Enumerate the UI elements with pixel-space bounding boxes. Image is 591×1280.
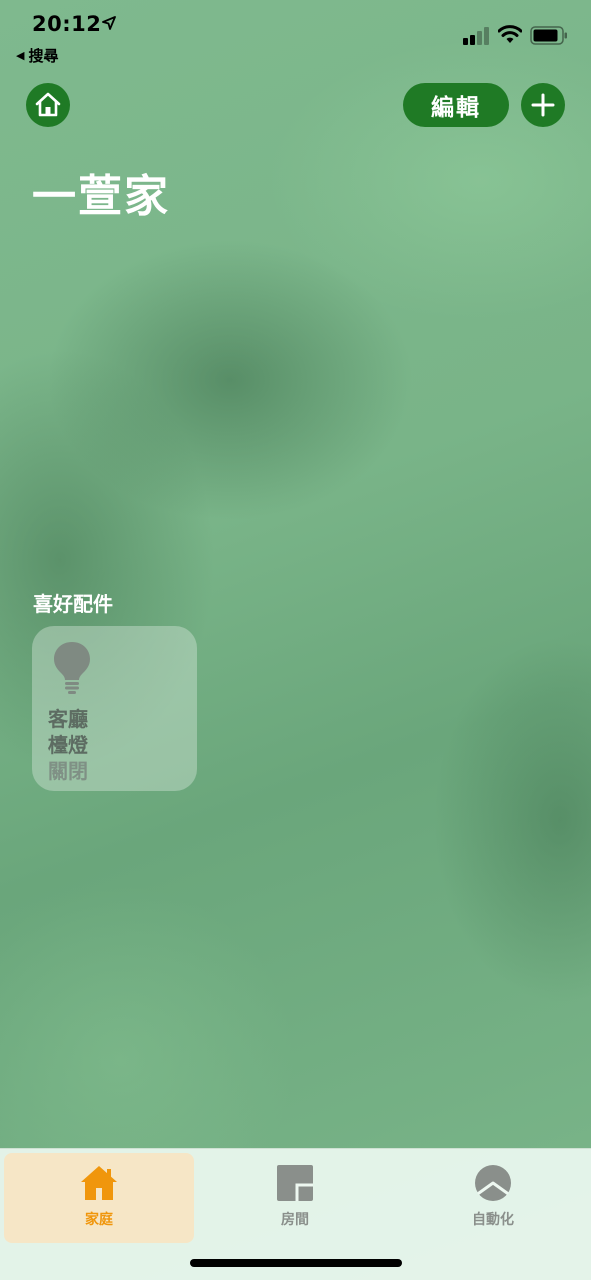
accessory-room-name: 客廳: [48, 707, 88, 731]
tab-rooms[interactable]: 房間: [200, 1153, 390, 1243]
tab-rooms-label: 房間: [281, 1212, 309, 1228]
wifi-icon: [498, 25, 522, 43]
tab-home-label: 家庭: [85, 1212, 113, 1228]
home-indicator[interactable]: [190, 1259, 402, 1267]
house-icon: [35, 92, 61, 117]
add-button[interactable]: [521, 83, 565, 127]
favorites-section-title: 喜好配件: [33, 592, 113, 616]
rooms-tab-icon: [277, 1165, 313, 1201]
back-link-label: 搜尋: [28, 47, 59, 65]
status-time: 20:12: [32, 12, 102, 36]
back-triangle-icon: ◀: [16, 49, 25, 62]
clock-tab-icon: [475, 1165, 511, 1201]
tab-home[interactable]: 家庭: [4, 1153, 194, 1243]
home-settings-button[interactable]: [26, 83, 70, 127]
plus-icon: [531, 93, 555, 117]
accessory-tile-living-room-lamp[interactable]: 客廳 檯燈 關閉: [32, 626, 197, 791]
home-title: 一萱家: [32, 171, 170, 222]
cellular-signal-icon: [463, 27, 489, 45]
status-bar: 20:12 ◀ 搜尋: [0, 0, 591, 70]
location-arrow-icon: [102, 16, 116, 30]
accessory-device-name: 檯燈: [48, 733, 88, 757]
battery-icon: [530, 26, 567, 45]
accessory-status: 關閉: [48, 759, 88, 783]
tab-automation-label: 自動化: [472, 1212, 514, 1228]
house-tab-icon: [81, 1166, 117, 1200]
back-to-search-link[interactable]: ◀ 搜尋: [16, 45, 58, 66]
light-bulb-icon: [54, 642, 90, 694]
edit-button[interactable]: 編輯: [403, 83, 509, 127]
accessory-name: 客廳 檯燈: [48, 706, 88, 758]
tab-automation[interactable]: 自動化: [398, 1153, 588, 1243]
